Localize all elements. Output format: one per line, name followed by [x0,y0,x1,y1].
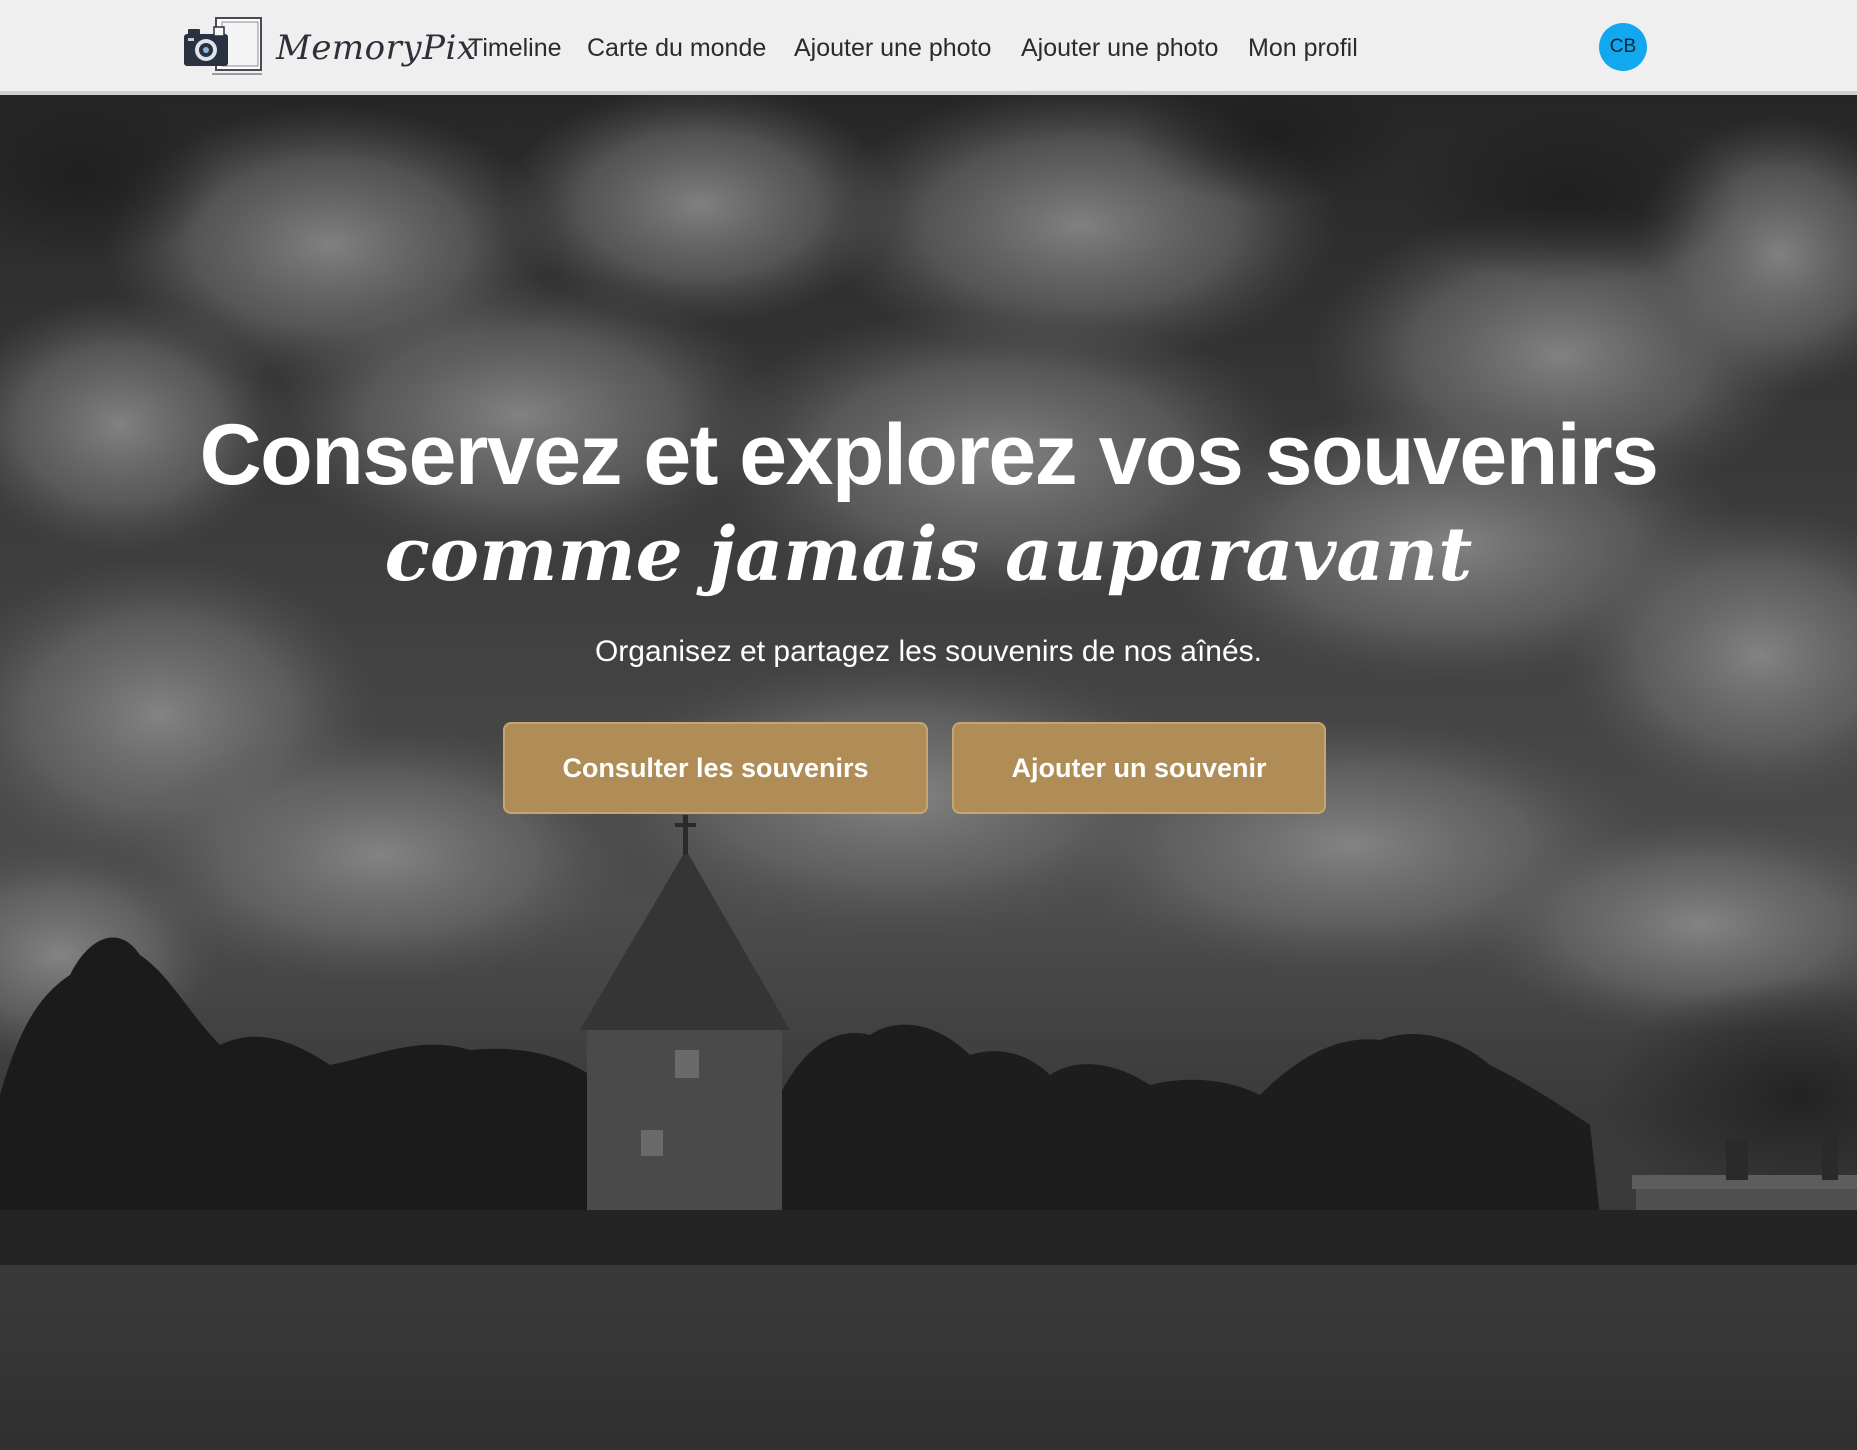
camera-photo-logo-icon[interactable] [182,16,264,76]
browse-memories-button[interactable]: Consulter les souvenirs [503,722,928,814]
nav-link-add-photo[interactable]: Ajouter une photo [794,28,991,68]
hero-background-photo [0,95,1857,1450]
top-navbar: MemoryPix Timeline Carte du monde Ajoute… [0,0,1857,95]
nav-link-timeline[interactable]: Timeline [468,28,562,68]
hero-section: Conservez et explorez vos souvenirs comm… [0,95,1857,1450]
nav-link-profile[interactable]: Mon profil [1248,28,1358,68]
hero-subtitle: Organisez et partagez les souvenirs de n… [594,635,1263,668]
nav-link-world-map[interactable]: Carte du monde [587,28,766,68]
add-memory-button[interactable]: Ajouter un souvenir [952,722,1326,814]
nav-link-add-photo-2[interactable]: Ajouter une photo [1021,28,1218,68]
hero-title-italic: comme jamais auparavant [384,512,1473,598]
hero-title: Conservez et explorez vos souvenirs [199,407,1659,503]
user-avatar[interactable]: CB [1599,23,1647,71]
brand-name[interactable]: MemoryPix [276,20,477,76]
